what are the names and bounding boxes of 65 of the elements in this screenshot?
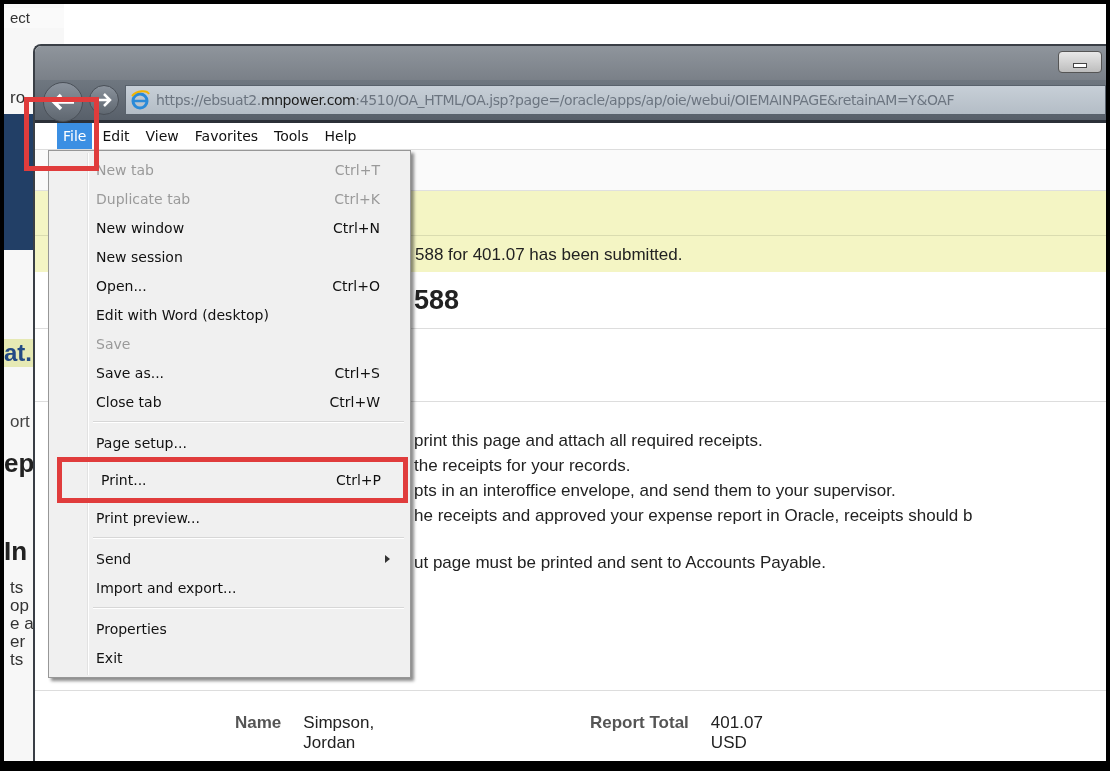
menu-item-label: Page setup... xyxy=(96,434,188,451)
text-fragment: In xyxy=(4,536,29,566)
menu-item-label: Import and export... xyxy=(96,579,238,596)
menu-item[interactable]: Exit xyxy=(51,643,408,672)
text-fragment: ro xyxy=(9,88,27,108)
text-fragment: ts xyxy=(9,578,25,598)
menu-item-label: Send xyxy=(96,550,133,567)
menu-item-label: New session xyxy=(96,248,184,265)
field-value: 401.07 USD xyxy=(710,713,764,753)
text-fragment: ep xyxy=(4,448,36,478)
menu-item[interactable]: Send xyxy=(51,544,408,573)
confirmation-message: 588 for 401.07 has been submitted. xyxy=(415,244,683,266)
menu-item-label: Edit with Word (desktop) xyxy=(96,306,270,323)
arrow-left-icon xyxy=(50,92,76,112)
address-bar[interactable]: https://ebsuat2.mnpower.com:4510/OA_HTML/OA.jsp?page=/oracle/apps/ap/oie/webui/OIEMAINPAGE&retainAM=Y&OAF xyxy=(125,85,1106,115)
menu-item[interactable]: Close tab Ctrl+W xyxy=(51,387,408,416)
menu-item-label: Duplicate tab xyxy=(96,190,192,207)
instruction-text: pts in an interoffice envelope, and send them to your supervisor. xyxy=(414,480,896,502)
menu-item-label: Properties xyxy=(96,620,168,637)
minimize-button[interactable] xyxy=(1058,51,1102,73)
browser-logo-icon xyxy=(130,90,150,110)
menu-bar-item[interactable]: Edit xyxy=(96,123,136,149)
instruction-text: the receipts for your records. xyxy=(414,455,631,477)
shortcut-text: Ctrl+P xyxy=(335,472,381,488)
field-label: Report Total xyxy=(590,713,689,734)
url-text: https://ebsuat2.mnpower.com:4510/OA_HTML/OA.jsp?page=/oracle/apps/ap/oie/webui/OIEMAINPAGE&retainAM=Y&OAF xyxy=(156,92,955,108)
shortcut-text: Ctrl+N xyxy=(332,219,380,236)
menu-item-label: Save as... xyxy=(96,364,166,381)
menu-item[interactable]: Print... Ctrl+P xyxy=(57,457,408,503)
text-fragment: op xyxy=(9,596,30,616)
shortcut-text: Ctrl+S xyxy=(334,364,380,381)
menu-item-label: Exit xyxy=(96,649,124,666)
instruction-text: he receipts and approved your expense report in Oracle, receipts should b xyxy=(414,505,973,527)
menu-item-label: Open... xyxy=(96,277,148,294)
menu-item-label: Save xyxy=(96,335,132,352)
menu-bar-item[interactable]: View xyxy=(139,123,185,149)
page-heading: 588 xyxy=(414,284,460,316)
menu-item-label: Print preview... xyxy=(96,509,201,526)
menu-item[interactable]: Page setup... xyxy=(51,428,408,457)
shortcut-text: Ctrl+W xyxy=(329,393,380,410)
menu-bar-item[interactable]: Favorites xyxy=(188,123,265,149)
submenu-arrow-icon xyxy=(385,554,390,563)
menu-item-label: Close tab xyxy=(96,393,163,410)
menu-bar-item[interactable]: Help xyxy=(318,123,363,149)
menu-item[interactable]: Import and export... xyxy=(51,573,408,602)
shortcut-text: Ctrl+K xyxy=(334,190,380,207)
menu-bar-item[interactable]: Tools xyxy=(268,123,315,149)
field-value: Simpson, Jordan xyxy=(303,713,376,753)
instruction-text: print this page and attach all required receipts. xyxy=(414,430,763,452)
shortcut-text: Ctrl+T xyxy=(334,161,380,178)
menu-item-label: Print... xyxy=(101,472,148,488)
field-label: Name xyxy=(235,713,282,734)
shortcut-text: Ctrl+O xyxy=(332,277,380,294)
text-fragment: er xyxy=(9,632,27,652)
menu-item[interactable]: Edit with Word (desktop) xyxy=(51,300,408,329)
text-fragment: ts xyxy=(9,650,25,670)
text-fragment: e a xyxy=(9,614,35,634)
text-fragment: ort xyxy=(9,412,31,432)
menu-item[interactable]: Properties xyxy=(51,614,408,643)
menu-item-label: New window xyxy=(96,219,186,236)
menu-item[interactable]: New session xyxy=(51,242,408,271)
menu-item[interactable]: New window Ctrl+N xyxy=(51,213,408,242)
menu-item[interactable]: Print preview... xyxy=(51,503,408,532)
instruction-text: ut page must be printed and sent to Accounts Payable. xyxy=(414,552,827,574)
menu-item[interactable]: Open... Ctrl+O xyxy=(51,271,408,300)
